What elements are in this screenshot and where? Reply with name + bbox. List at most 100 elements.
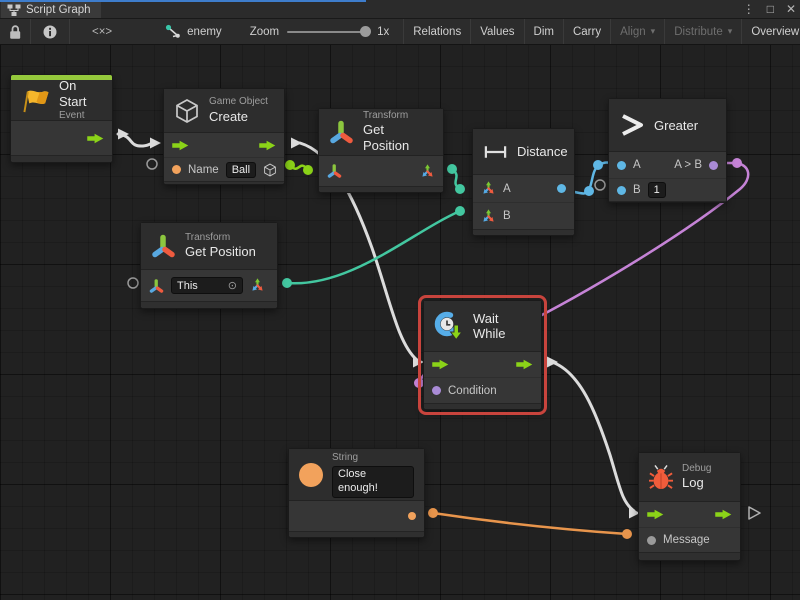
graph-name: enemy: [187, 26, 222, 38]
object-picker-icon[interactable]: ⊙: [228, 279, 237, 292]
node-footer: [609, 201, 726, 202]
flow-output-port[interactable]: [516, 359, 533, 370]
wait-clock-icon: [434, 311, 464, 341]
zoom-value: 1x: [377, 26, 389, 38]
debug-bug-icon: [649, 463, 673, 491]
transform-icon: [329, 120, 354, 144]
node-footer: [473, 229, 574, 235]
port-b-label: B: [503, 210, 511, 222]
string-output-port[interactable]: [408, 512, 416, 520]
greater-icon: [619, 113, 645, 137]
chevron-down-icon: ▾: [651, 26, 656, 37]
name-input-port[interactable]: [172, 165, 181, 174]
kebab-menu-icon[interactable]: ⋮: [743, 0, 755, 18]
result-output-port[interactable]: [709, 161, 718, 170]
node-footer: [319, 186, 443, 192]
flow-output-port[interactable]: [715, 509, 732, 520]
port-a-label: A: [633, 159, 641, 171]
string-value-field[interactable]: Close enough!: [332, 466, 414, 498]
graph-reference[interactable]: enemy: [164, 24, 222, 39]
flow-input-port[interactable]: [172, 140, 189, 151]
node-get-position-top[interactable]: Transform Get Position: [318, 108, 444, 193]
lock-button[interactable]: [0, 19, 31, 44]
game-object-output-port[interactable]: [263, 163, 277, 177]
node-wait-while[interactable]: Wait While Condition: [423, 300, 542, 410]
node-subtitle: Transform: [363, 110, 433, 123]
script-graph-icon: [7, 4, 21, 17]
port-b-label: B: [633, 184, 641, 196]
lock-icon: [8, 24, 22, 40]
message-label: Message: [663, 534, 710, 546]
node-debug-log[interactable]: Debug Log Message: [638, 452, 741, 561]
node-get-position-bottom[interactable]: Transform Get Position This ⊙: [140, 222, 278, 309]
node-footer: [11, 155, 112, 162]
result-label: A > B: [674, 159, 702, 171]
node-subtitle: Debug: [682, 463, 711, 476]
node-title: Greater: [654, 118, 698, 133]
condition-label: Condition: [448, 385, 497, 397]
node-title: Create: [209, 109, 268, 125]
title-bar: Script Graph ⋮ □ ✕: [0, 0, 800, 19]
flow-output-port[interactable]: [259, 140, 276, 151]
node-greater[interactable]: Greater A A > B B 1: [608, 98, 727, 203]
flag-icon: [21, 87, 50, 113]
zoom-slider[interactable]: [287, 31, 369, 33]
align-dropdown[interactable]: Align▾: [611, 19, 665, 44]
condition-input-port[interactable]: [432, 386, 441, 395]
code-icon: <×>: [92, 26, 112, 38]
node-title: Wait While: [473, 311, 531, 341]
vector3-output-port[interactable]: [250, 278, 265, 293]
node-string-literal[interactable]: String Close enough!: [288, 448, 425, 538]
overview-button[interactable]: Overview: [742, 19, 800, 44]
transform-input-port[interactable]: [327, 164, 342, 178]
target-value-field[interactable]: This ⊙: [171, 277, 243, 294]
flow-output-port[interactable]: [87, 133, 104, 144]
zoom-label: Zoom: [250, 26, 279, 38]
node-title: Distance: [517, 144, 568, 159]
distance-icon: [483, 144, 508, 160]
node-distance[interactable]: Distance A B: [472, 128, 575, 236]
port-a-label: A: [503, 183, 511, 195]
name-port-label: Name: [188, 164, 219, 176]
node-footer: [424, 403, 541, 409]
values-button[interactable]: Values: [471, 19, 524, 44]
dim-button[interactable]: Dim: [525, 19, 564, 44]
b-value-field[interactable]: 1: [648, 182, 666, 198]
carry-button[interactable]: Carry: [564, 19, 611, 44]
transform-input-port[interactable]: [149, 279, 164, 293]
node-footer: [639, 552, 740, 560]
vector3-output-port[interactable]: [420, 164, 435, 179]
node-on-start-event[interactable]: On Start Event: [10, 74, 113, 163]
node-game-object-create[interactable]: Game Object Create Name Ball: [163, 88, 285, 185]
vector3-input-port-a[interactable]: [481, 181, 496, 196]
relations-button[interactable]: Relations: [403, 19, 471, 44]
node-title: Log: [682, 475, 711, 491]
flow-input-port[interactable]: [432, 359, 449, 370]
node-title: Get Position: [185, 244, 256, 260]
distribute-dropdown[interactable]: Distribute▾: [665, 19, 742, 44]
distance-output-port[interactable]: [557, 184, 566, 193]
input-port-b[interactable]: [617, 186, 626, 195]
node-footer: [141, 301, 277, 308]
node-title: On Start: [59, 78, 102, 111]
info-button[interactable]: [31, 19, 70, 44]
game-object-cube-icon: [174, 98, 200, 124]
node-footer: [289, 531, 424, 537]
message-input-port[interactable]: [647, 536, 656, 545]
node-subtitle: Game Object: [209, 96, 268, 109]
tab-title: Script Graph: [26, 4, 91, 16]
input-port-a[interactable]: [617, 161, 626, 170]
graph-asset-icon: [164, 24, 181, 39]
close-icon[interactable]: ✕: [786, 0, 796, 18]
name-value-field[interactable]: Ball: [226, 162, 256, 178]
unity-script-graph-window: Script Graph ⋮ □ ✕ <×> enemy Zoom 1x: [0, 0, 800, 600]
zoom-slider-knob[interactable]: [360, 26, 371, 37]
tab-script-graph[interactable]: Script Graph: [1, 2, 101, 18]
vector3-input-port-b[interactable]: [481, 209, 496, 224]
maximize-icon[interactable]: □: [767, 0, 774, 18]
node-title: String: [332, 452, 414, 465]
node-footer: [164, 181, 284, 184]
code-view-button[interactable]: <×>: [70, 19, 134, 44]
flow-input-port[interactable]: [647, 509, 664, 520]
graph-toolbar: <×> enemy Zoom 1x Relations Values Dim C…: [0, 19, 800, 45]
